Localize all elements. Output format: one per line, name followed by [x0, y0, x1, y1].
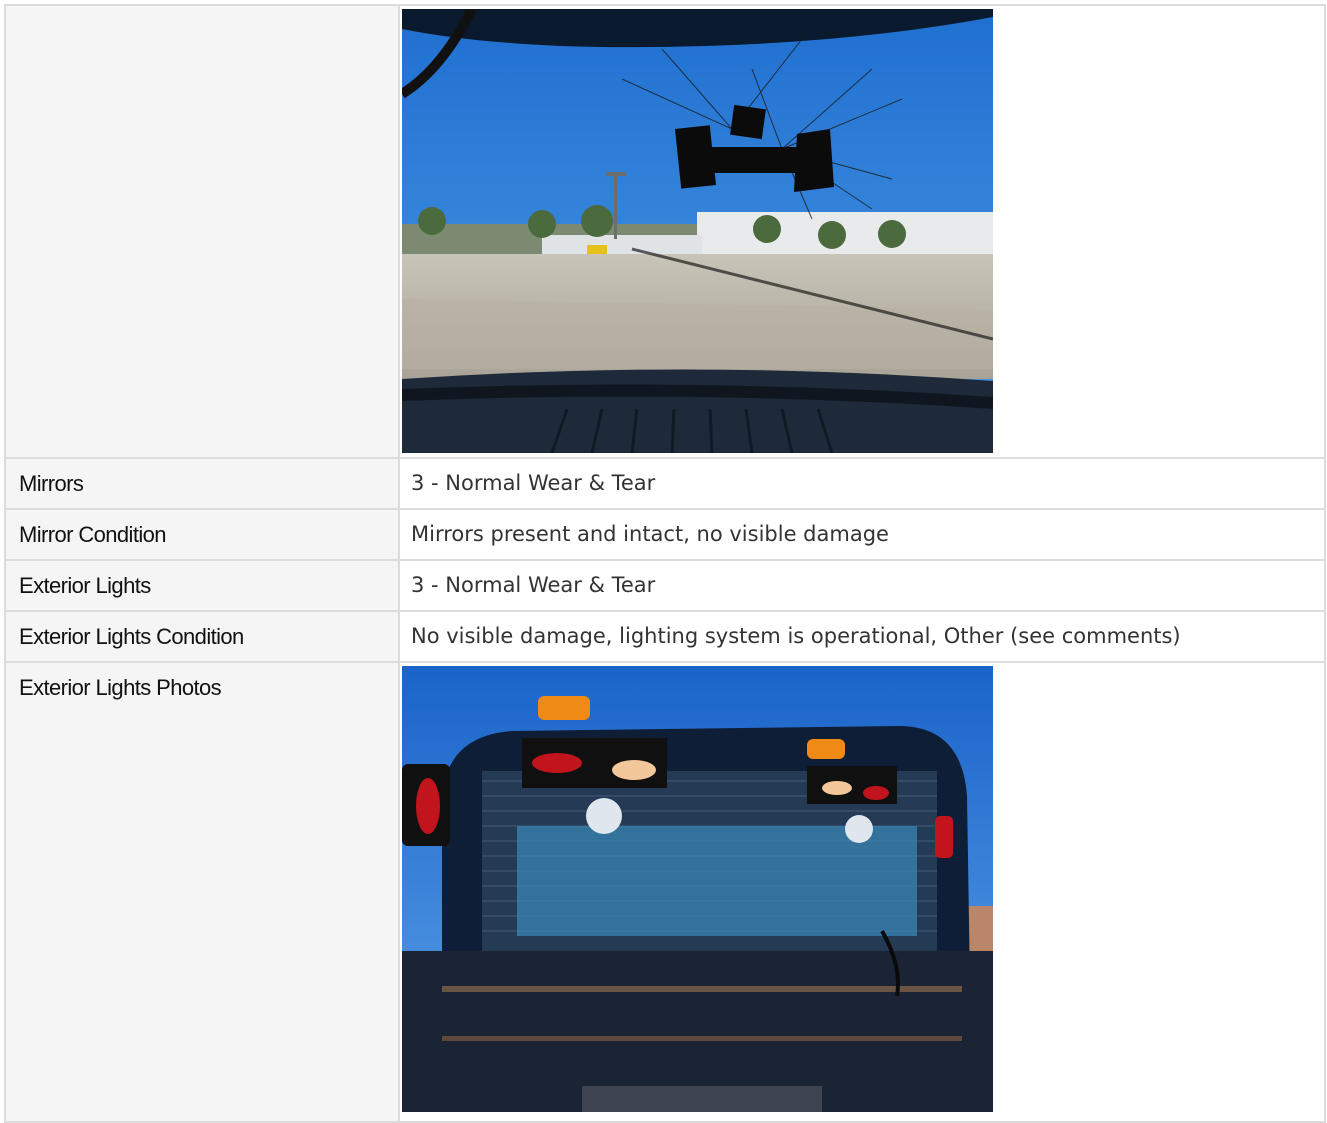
- truck-headache-rack-lights-photo[interactable]: [402, 666, 993, 1112]
- table-row: Exterior Lights Photos: [4, 661, 1326, 1123]
- row-value-mirrors: 3 - Normal Wear & Tear: [398, 457, 1326, 510]
- row-label-exterior-lights-photos: Exterior Lights Photos: [4, 661, 400, 1123]
- row-label: [4, 4, 400, 459]
- inspection-table: Mirrors 3 - Normal Wear & Tear Mirror Co…: [4, 4, 1326, 1123]
- row-value-exterior-lights: 3 - Normal Wear & Tear: [398, 559, 1326, 612]
- row-label-mirrors: Mirrors: [4, 457, 400, 510]
- row-label-exterior-lights: Exterior Lights: [4, 559, 400, 612]
- row-value-exterior-lights-condition: No visible damage, lighting system is op…: [398, 610, 1326, 663]
- table-row: Mirrors 3 - Normal Wear & Tear: [4, 457, 1326, 510]
- photo-cell: [398, 4, 1326, 459]
- windshield-crack-photo[interactable]: [402, 9, 993, 453]
- table-row: Exterior Lights 3 - Normal Wear & Tear: [4, 559, 1326, 612]
- row-label-exterior-lights-condition: Exterior Lights Condition: [4, 610, 400, 663]
- table-row: [4, 4, 1326, 459]
- row-value-mirror-condition: Mirrors present and intact, no visible d…: [398, 508, 1326, 561]
- table-row: Exterior Lights Condition No visible dam…: [4, 610, 1326, 663]
- table-row: Mirror Condition Mirrors present and int…: [4, 508, 1326, 561]
- row-label-mirror-condition: Mirror Condition: [4, 508, 400, 561]
- photo-cell: [398, 661, 1326, 1123]
